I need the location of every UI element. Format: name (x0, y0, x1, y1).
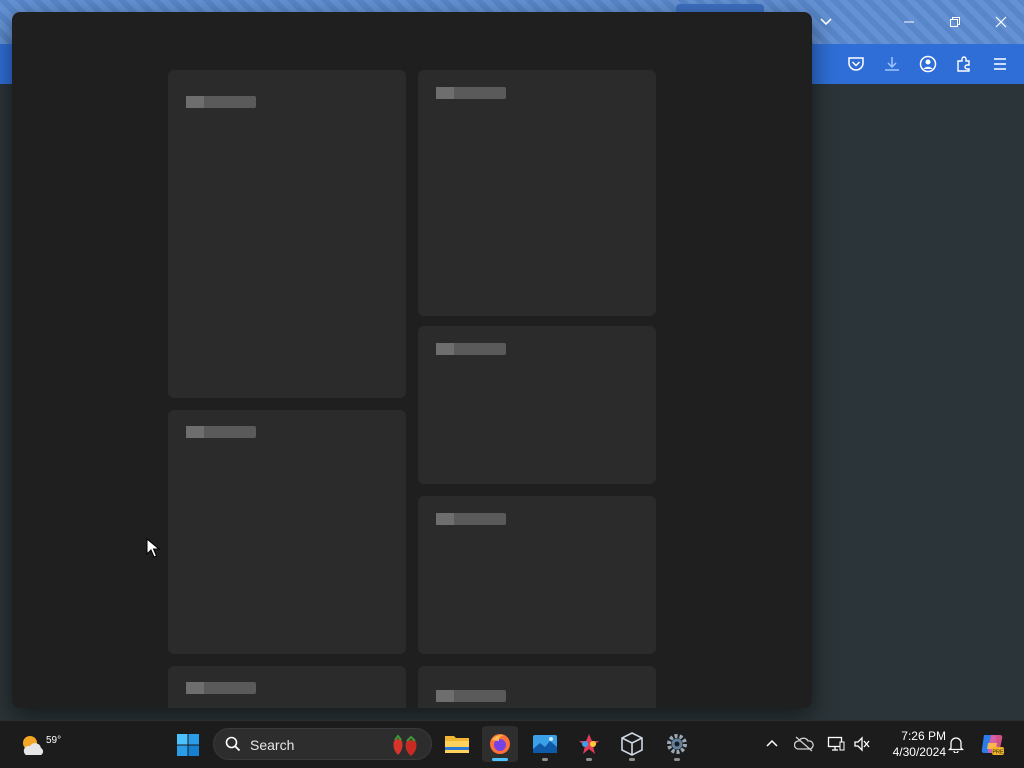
taskbar-search-box[interactable]: Search (213, 728, 432, 760)
downloads-button[interactable] (880, 52, 904, 76)
show-hidden-icons-button[interactable] (760, 732, 784, 756)
weather-widget[interactable]: 59° (14, 727, 61, 763)
weather-temperature: 59° (46, 735, 62, 746)
taskbar-settings[interactable] (659, 726, 695, 762)
cloud-offline-icon (794, 736, 814, 752)
skeleton-heading (186, 426, 256, 438)
browser-tab[interactable] (676, 4, 764, 12)
list-all-tabs-button[interactable] (814, 10, 838, 34)
skeleton-heading (186, 96, 256, 108)
skeleton-card (418, 326, 656, 484)
loading-overlay-panel (12, 12, 812, 708)
extensions-icon (957, 56, 970, 72)
skeleton-heading (436, 343, 506, 355)
restore-icon (950, 17, 960, 27)
extensions-button[interactable] (952, 52, 976, 76)
svg-text:PRE: PRE (992, 750, 1004, 756)
folder-icon (445, 736, 469, 753)
network-icon (827, 736, 845, 751)
close-button[interactable] (978, 6, 1024, 38)
clock-time: 7:26 PM (901, 729, 946, 743)
skeleton-heading (186, 682, 256, 694)
pocket-button[interactable] (844, 52, 868, 76)
restore-button[interactable] (932, 6, 978, 38)
app-menu-button[interactable] (988, 52, 1012, 76)
chevron-up-icon (766, 739, 778, 747)
running-app-indicator (674, 758, 680, 761)
mouse-cursor-icon (146, 538, 160, 558)
skeleton-heading (436, 690, 506, 702)
gear-icon (667, 734, 687, 754)
taskbar-virtualbox[interactable] (614, 726, 650, 762)
search-icon (225, 736, 241, 752)
skeleton-card (168, 410, 406, 654)
account-icon (919, 55, 937, 73)
taskbar-paint-app[interactable] (571, 726, 607, 762)
weather-partly-cloudy-icon (23, 736, 44, 755)
onedrive-button[interactable] (792, 732, 816, 756)
start-button[interactable] (170, 727, 206, 763)
taskbar-photos-app[interactable] (527, 726, 563, 762)
account-button[interactable] (916, 52, 940, 76)
firefox-icon (490, 734, 510, 754)
running-app-indicator (542, 758, 548, 761)
download-icon (885, 57, 899, 71)
skeleton-card (418, 666, 656, 708)
clock-date: 4/30/2024 (892, 745, 946, 759)
active-app-indicator (492, 758, 508, 761)
volume-muted-icon (854, 736, 870, 752)
skeleton-card (418, 496, 656, 654)
search-placeholder: Search (250, 737, 295, 753)
skeleton-card (168, 666, 406, 708)
skeleton-heading (436, 87, 506, 99)
taskbar-file-explorer[interactable] (439, 726, 475, 762)
notifications-button[interactable] (944, 732, 968, 756)
windows-logo-icon (177, 734, 199, 756)
running-app-indicator (629, 758, 635, 761)
network-button[interactable] (824, 732, 848, 756)
volume-button[interactable] (850, 732, 874, 756)
photos-icon (533, 735, 557, 753)
bell-icon (948, 737, 964, 753)
minimize-icon (904, 21, 914, 23)
skeleton-card (168, 70, 406, 398)
strawberry-icon (393, 734, 417, 756)
minimize-button[interactable] (886, 6, 932, 38)
copilot-button[interactable]: PRE (978, 730, 1006, 758)
copilot-icon: PRE (981, 735, 1004, 756)
taskbar-clock[interactable]: 7:26 PM 4/30/2024 (880, 728, 946, 760)
menu-icon (994, 58, 1006, 70)
close-icon (995, 16, 1007, 28)
skeleton-heading (436, 513, 506, 525)
skeleton-card (418, 70, 656, 316)
running-app-indicator (586, 758, 592, 761)
taskbar-firefox[interactable] (482, 726, 518, 762)
pocket-icon (848, 57, 864, 71)
cube-icon (621, 732, 643, 756)
chevron-down-icon (820, 18, 832, 26)
paint-icon (579, 734, 599, 754)
